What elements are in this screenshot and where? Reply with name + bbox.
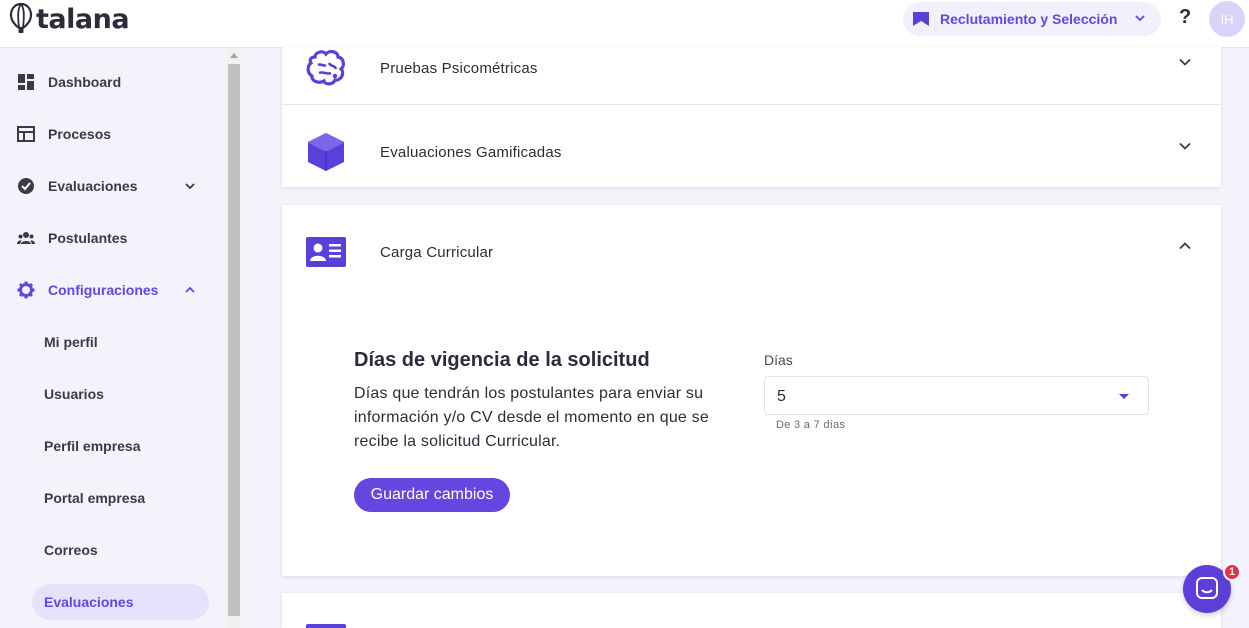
- id-card-icon: [306, 237, 346, 267]
- sidebar-subitem-label: Perfil empresa: [44, 438, 141, 454]
- sidebar-item-label: Postulantes: [48, 230, 128, 246]
- sidebar-item-postulantes[interactable]: Postulantes: [0, 220, 227, 256]
- sidebar-item-configuraciones[interactable]: Configuraciones: [0, 272, 227, 308]
- sidebar-item-procesos[interactable]: Procesos: [0, 116, 227, 152]
- sidebar-subitem-perfil-empresa[interactable]: Perfil empresa: [32, 428, 209, 464]
- sidebar-subitem-label: Mi perfil: [44, 334, 98, 350]
- sidebar-item-evaluaciones[interactable]: Evaluaciones: [0, 168, 227, 204]
- sidebar-subitem-label: Correos: [44, 542, 98, 558]
- module-selector[interactable]: Reclutamiento y Selección: [903, 2, 1161, 36]
- chevron-up-icon[interactable]: [1178, 239, 1192, 253]
- people-icon: [17, 232, 35, 244]
- cube-icon: [307, 133, 345, 171]
- sidebar-item-label: Configuraciones: [48, 282, 159, 298]
- setting-title: Días de vigencia de la solicitud: [354, 349, 650, 371]
- chevron-down-icon[interactable]: [1178, 139, 1192, 153]
- section-title-curricular: Carga Curricular: [380, 244, 494, 261]
- chevron-down-icon[interactable]: [1178, 55, 1192, 69]
- next-section-card: [282, 593, 1221, 628]
- sidebar-scrollbar-thumb[interactable]: [228, 64, 240, 616]
- unread-badge: 1: [1223, 563, 1241, 581]
- sidebar-subitem-evaluaciones[interactable]: Evaluaciones: [32, 584, 209, 620]
- chevron-down-icon: [1135, 15, 1145, 22]
- sidebar-item-label: Dashboard: [48, 74, 122, 90]
- talana-logo[interactable]: talana: [8, 2, 130, 36]
- dashboard-icon: [18, 74, 34, 90]
- sidebar-item-dashboard[interactable]: Dashboard: [0, 64, 227, 100]
- sidebar-subitem-mi-perfil[interactable]: Mi perfil: [32, 324, 209, 360]
- chat-icon: [1196, 577, 1218, 599]
- table-icon: [17, 126, 35, 142]
- user-avatar[interactable]: IH: [1209, 1, 1245, 37]
- sidebar-item-label: Evaluaciones: [48, 178, 138, 194]
- days-select-value: 5: [777, 388, 786, 405]
- balloon-icon: [9, 2, 33, 33]
- chevron-up-icon: [185, 286, 195, 293]
- section-title-psychometric: Pruebas Psicométricas: [380, 60, 538, 77]
- sidebar-item-label: Procesos: [48, 126, 112, 142]
- section-title-gamified: Evaluaciones Gamificadas: [380, 144, 562, 161]
- help-button[interactable]: ?: [1179, 6, 1191, 29]
- sidebar-subitem-label: Evaluaciones: [44, 594, 134, 610]
- section-row-psychometric[interactable]: Pruebas Psicométricas: [282, 47, 1221, 104]
- curricular-card: Carga Curricular Días de vigencia de la …: [282, 205, 1221, 576]
- days-select[interactable]: 5: [764, 376, 1149, 415]
- days-field-helper: De 3 a 7 días: [776, 419, 846, 431]
- module-label: Reclutamiento y Selección: [940, 11, 1118, 27]
- setting-description: Días que tendrán los postulantes para en…: [354, 385, 709, 450]
- logo-text: talana: [36, 3, 130, 35]
- check-circle-icon: [18, 178, 34, 194]
- caret-down-icon: [1119, 394, 1129, 399]
- sidebar: Dashboard Procesos Evaluaciones Postulan…: [0, 48, 227, 628]
- scroll-up-arrow[interactable]: [230, 53, 238, 58]
- next-section-icon: [306, 624, 346, 628]
- gear-icon: [17, 281, 35, 299]
- bookmark-flag-icon: [913, 12, 929, 26]
- sidebar-subitem-label: Portal empresa: [44, 490, 146, 506]
- days-field-label: Días: [764, 352, 793, 368]
- evaluation-types-card: Pruebas Psicométricas Evaluaciones Gamif…: [282, 47, 1221, 187]
- chevron-down-icon: [185, 183, 195, 190]
- section-row-curricular[interactable]: Carga Curricular: [282, 205, 1221, 295]
- sidebar-subitem-label: Usuarios: [44, 386, 104, 402]
- section-row-gamified[interactable]: Evaluaciones Gamificadas: [282, 105, 1221, 187]
- sidebar-subitem-portal-empresa[interactable]: Portal empresa: [32, 480, 209, 516]
- top-header: talana Reclutamiento y Selección ? IH: [0, 0, 1249, 48]
- sidebar-subitem-correos[interactable]: Correos: [32, 532, 209, 568]
- sidebar-subitem-usuarios[interactable]: Usuarios: [32, 376, 209, 412]
- brain-icon: [306, 50, 345, 86]
- save-changes-button[interactable]: Guardar cambios: [354, 478, 510, 512]
